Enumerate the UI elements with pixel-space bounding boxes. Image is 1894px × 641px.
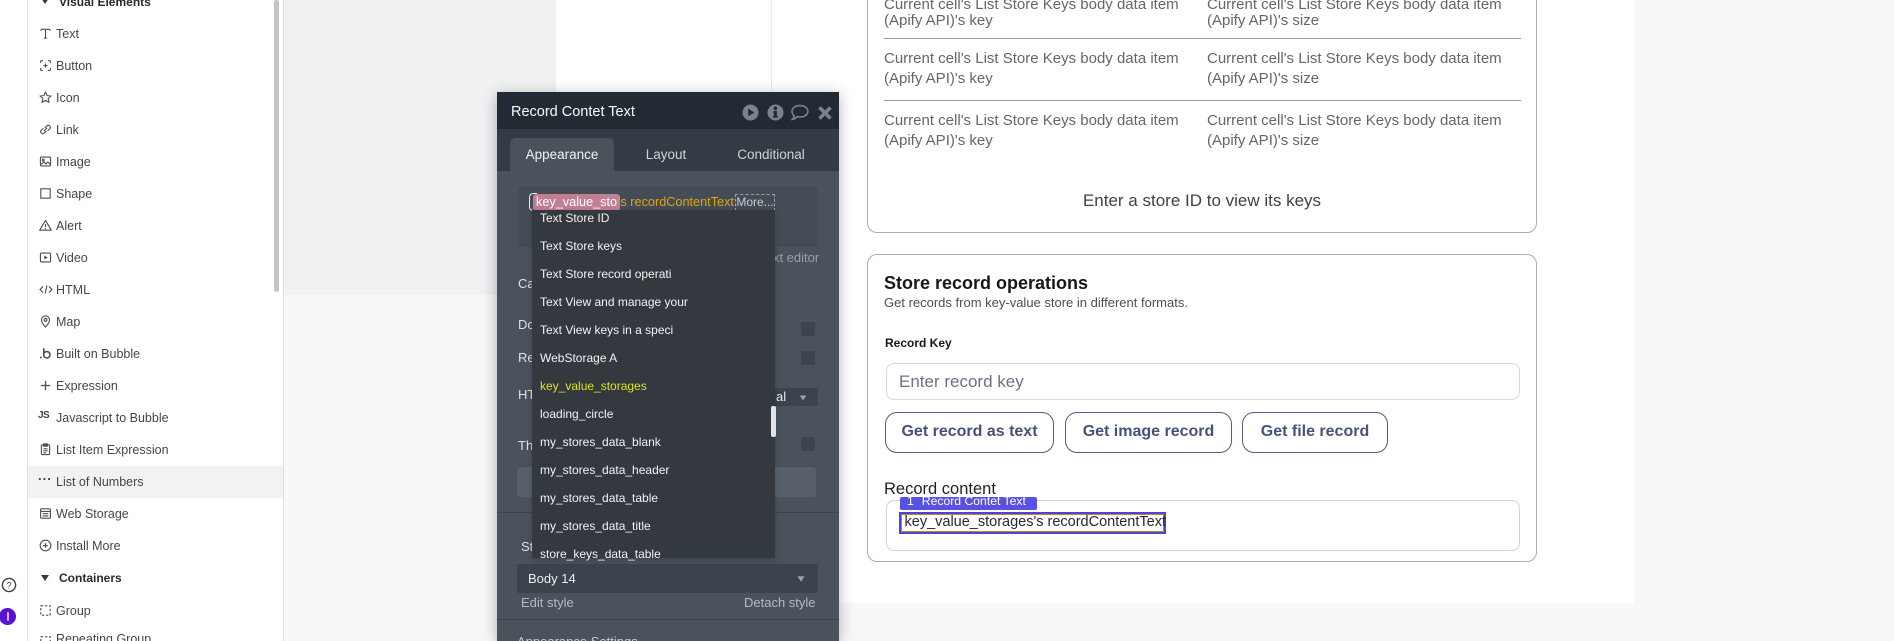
svg-text:?: ? [6,580,11,591]
